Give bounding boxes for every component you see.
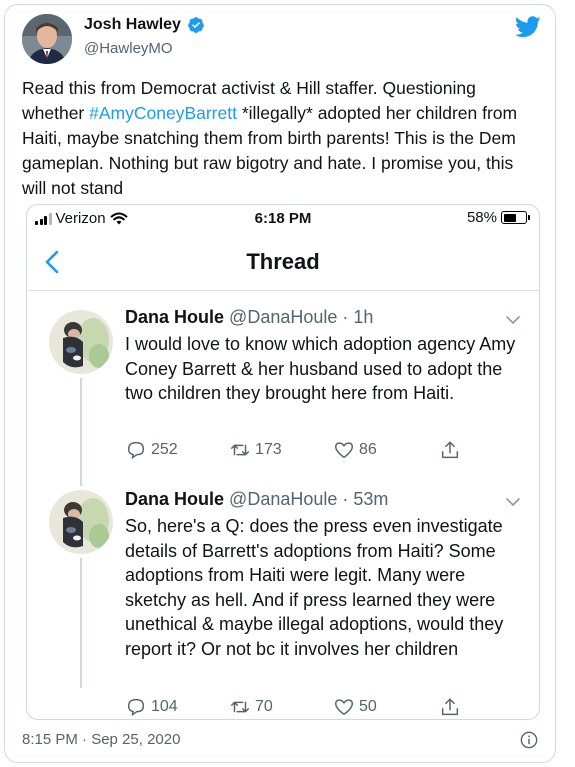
verified-badge-icon bbox=[188, 17, 204, 33]
info-icon[interactable] bbox=[520, 731, 538, 749]
chevron-down-icon[interactable] bbox=[505, 497, 521, 507]
dana-avatar[interactable] bbox=[49, 490, 113, 554]
share-icon bbox=[441, 698, 459, 716]
tweet-timestamp[interactable]: 8:15 PM · Sep 25, 2020 bbox=[22, 731, 180, 748]
reply-button[interactable]: 252 bbox=[125, 439, 178, 461]
tweet-time: · 1h bbox=[342, 307, 374, 327]
thread-title: Thread bbox=[246, 249, 320, 274]
retweet-count: 70 bbox=[255, 698, 273, 715]
heart-icon bbox=[335, 442, 353, 459]
like-button[interactable]: 86 bbox=[333, 439, 377, 461]
tweet-author-handle[interactable]: @DanaHoule bbox=[229, 489, 337, 509]
tweet-author-handle[interactable]: @DanaHoule bbox=[229, 307, 337, 327]
retweet-button[interactable]: 70 bbox=[229, 696, 273, 718]
battery-percent: 58% bbox=[466, 209, 497, 226]
reply-count: 252 bbox=[151, 441, 178, 458]
tweet-text: Read this from Democrat activist & Hill … bbox=[22, 76, 542, 201]
tweet-body: I would love to know which adoption agen… bbox=[125, 334, 516, 403]
reply-button[interactable]: 104 bbox=[125, 696, 178, 718]
share-button[interactable] bbox=[439, 439, 461, 461]
retweet-icon bbox=[231, 444, 249, 456]
embedded-screenshot[interactable]: Verizon 6:18 PM 58% Thread Dana Houle @D… bbox=[26, 204, 540, 720]
author-handle[interactable]: @HawleyMO bbox=[84, 40, 173, 57]
thread-connector-line bbox=[80, 378, 82, 486]
retweet-count: 173 bbox=[255, 441, 282, 458]
share-button[interactable] bbox=[439, 696, 461, 718]
tweet-author-name[interactable]: Dana Houle bbox=[125, 489, 224, 509]
thread-nav-bar: Thread bbox=[27, 233, 539, 291]
reply-icon bbox=[127, 698, 145, 716]
phone-status-bar: Verizon 6:18 PM 58% bbox=[27, 205, 539, 233]
author-avatar[interactable] bbox=[22, 14, 72, 64]
share-icon bbox=[441, 441, 459, 459]
tweet-body: So, here's a Q: does the press even inve… bbox=[125, 516, 504, 659]
author-name[interactable]: Josh Hawley bbox=[84, 16, 181, 34]
tweet-time: · 53m bbox=[342, 489, 389, 509]
reply-icon bbox=[127, 441, 145, 459]
thread-connector-line bbox=[80, 558, 82, 688]
heart-icon bbox=[335, 699, 353, 716]
hashtag-link[interactable]: #AmyConeyBarrett bbox=[89, 103, 237, 123]
like-count: 86 bbox=[359, 441, 377, 458]
retweet-button[interactable]: 173 bbox=[229, 439, 282, 461]
tweet-author-name[interactable]: Dana Houle bbox=[125, 307, 224, 327]
battery-icon bbox=[501, 211, 530, 224]
dana-avatar[interactable] bbox=[49, 310, 113, 374]
like-button[interactable]: 50 bbox=[333, 696, 377, 718]
chevron-down-icon[interactable] bbox=[505, 315, 521, 325]
reply-count: 104 bbox=[151, 698, 178, 715]
retweet-icon bbox=[231, 701, 249, 713]
twitter-bird-icon[interactable] bbox=[515, 16, 541, 38]
battery-level-fill bbox=[503, 213, 516, 222]
status-time: 6:18 PM bbox=[254, 210, 312, 227]
like-count: 50 bbox=[359, 698, 377, 715]
